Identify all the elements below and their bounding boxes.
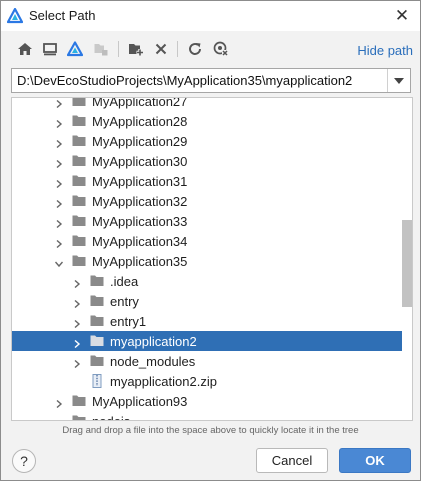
chevron-right-icon[interactable] <box>55 237 63 249</box>
tree-row[interactable]: .idea <box>12 271 402 291</box>
folder-icon <box>90 274 104 287</box>
tree-row-selected[interactable]: myapplication2 <box>12 331 402 351</box>
select-path-dialog: Select Path ✕ Hide path D:\DevEcoStudioP… <box>0 0 421 481</box>
toolbar-separator <box>177 41 178 57</box>
tree-item-label: entry1 <box>110 314 147 329</box>
folder-icon <box>72 394 86 407</box>
toolbar: Hide path <box>1 31 420 65</box>
path-combobox[interactable] <box>11 68 411 93</box>
tree-row[interactable]: MyApplication33 <box>12 211 402 231</box>
tree-item-label: MyApplication93 <box>92 394 188 409</box>
hide-path-link[interactable]: Hide path <box>357 43 413 58</box>
folder-icon <box>72 174 86 187</box>
folder-icon <box>90 314 104 327</box>
tree-item-label: node_modules <box>110 354 196 369</box>
chevron-down-icon[interactable] <box>54 257 64 268</box>
chevron-right-icon[interactable] <box>73 337 81 349</box>
chevron-right-icon[interactable] <box>55 137 63 149</box>
chevron-right-icon[interactable] <box>55 417 63 420</box>
tree-row[interactable]: entry1 <box>12 311 402 331</box>
tree-row[interactable]: MyApplication31 <box>12 171 402 191</box>
tree-item-label: .idea <box>110 274 139 289</box>
delete-icon[interactable] <box>152 40 170 58</box>
tree-row[interactable]: MyApplication29 <box>12 131 402 151</box>
path-input[interactable] <box>12 69 388 92</box>
chevron-right-icon[interactable] <box>55 397 63 409</box>
tree-item-label: MyApplication33 <box>92 214 188 229</box>
tree-item-label: MyApplication35 <box>92 254 188 269</box>
scrollbar-track[interactable] <box>402 98 412 420</box>
chevron-right-icon[interactable] <box>73 317 81 329</box>
folder-icon <box>90 354 104 367</box>
refresh-icon[interactable] <box>186 40 204 58</box>
tree-row[interactable]: MyApplication34 <box>12 231 402 251</box>
folder-icon <box>72 154 86 167</box>
chevron-right-icon[interactable] <box>55 157 63 169</box>
zip-file-icon <box>90 374 104 388</box>
folder-icon <box>72 414 86 420</box>
chevron-right-icon[interactable] <box>55 197 63 209</box>
drag-drop-hint: Drag and drop a file into the space abov… <box>62 425 359 436</box>
chevron-right-icon[interactable] <box>55 177 63 189</box>
tree-row[interactable]: myapplication2.zip <box>12 371 402 391</box>
new-folder-icon[interactable] <box>127 40 145 58</box>
tree-item-label: entry <box>110 294 139 309</box>
chevron-right-icon[interactable] <box>55 98 63 109</box>
window-title: Select Path <box>29 8 96 23</box>
folder-icon <box>90 334 104 347</box>
tree-row[interactable]: MyApplication93 <box>12 391 402 411</box>
tree-item-label: myapplication2.zip <box>110 374 217 389</box>
tree-row[interactable]: MyApplication30 <box>12 151 402 171</box>
chevron-right-icon[interactable] <box>73 277 81 289</box>
tree-row[interactable]: MyApplication32 <box>12 191 402 211</box>
folder-icon <box>72 98 86 107</box>
tree-row[interactable]: MyApplication28 <box>12 111 402 131</box>
chevron-right-icon[interactable] <box>73 297 81 309</box>
chevron-right-icon[interactable] <box>55 117 63 129</box>
folder-icon <box>72 214 86 227</box>
tree-item-label: MyApplication29 <box>92 134 188 149</box>
tree-row[interactable]: MyApplication27 <box>12 97 402 111</box>
chevron-right-icon[interactable] <box>73 357 81 369</box>
show-hidden-icon[interactable] <box>212 40 230 58</box>
toolbar-separator <box>118 41 119 57</box>
cancel-button[interactable]: Cancel <box>256 448 328 473</box>
tree-item-label: MyApplication32 <box>92 194 188 209</box>
folder-icon <box>72 254 86 267</box>
tree-item-label: MyApplication34 <box>92 234 188 249</box>
scrollbar-thumb[interactable] <box>402 220 412 307</box>
folder-icon <box>72 134 86 147</box>
tree-row[interactable]: nodejs <box>12 411 402 420</box>
tree-item-label: MyApplication27 <box>92 97 188 109</box>
desktop-icon[interactable] <box>41 40 59 58</box>
help-button[interactable]: ? <box>12 449 36 473</box>
module-icon <box>92 40 110 58</box>
tree-item-label: MyApplication28 <box>92 114 188 129</box>
chevron-right-icon[interactable] <box>55 217 63 229</box>
folder-icon <box>72 194 86 207</box>
chevron-down-icon[interactable] <box>387 69 410 92</box>
title-bar[interactable]: Select Path ✕ <box>1 1 420 31</box>
tree-item-label: MyApplication30 <box>92 154 188 169</box>
tree-row[interactable]: node_modules <box>12 351 402 371</box>
folder-icon <box>72 114 86 127</box>
folder-icon <box>90 294 104 307</box>
tree-row[interactable]: MyApplication35 <box>12 251 402 271</box>
ok-button[interactable]: OK <box>339 448 411 473</box>
tree-item-label: myapplication2 <box>110 334 197 349</box>
deveco-project-icon[interactable] <box>66 40 84 58</box>
tree-item-label: MyApplication31 <box>92 174 188 189</box>
close-button[interactable]: ✕ <box>384 1 420 31</box>
tree-item-label: nodejs <box>92 414 130 420</box>
deveco-logo-icon <box>6 7 24 24</box>
folder-icon <box>72 234 86 247</box>
home-icon[interactable] <box>16 40 34 58</box>
file-tree[interactable]: NutstoreSyncnodejsMyApplication93myappli… <box>11 97 413 421</box>
tree-row[interactable]: entry <box>12 291 402 311</box>
